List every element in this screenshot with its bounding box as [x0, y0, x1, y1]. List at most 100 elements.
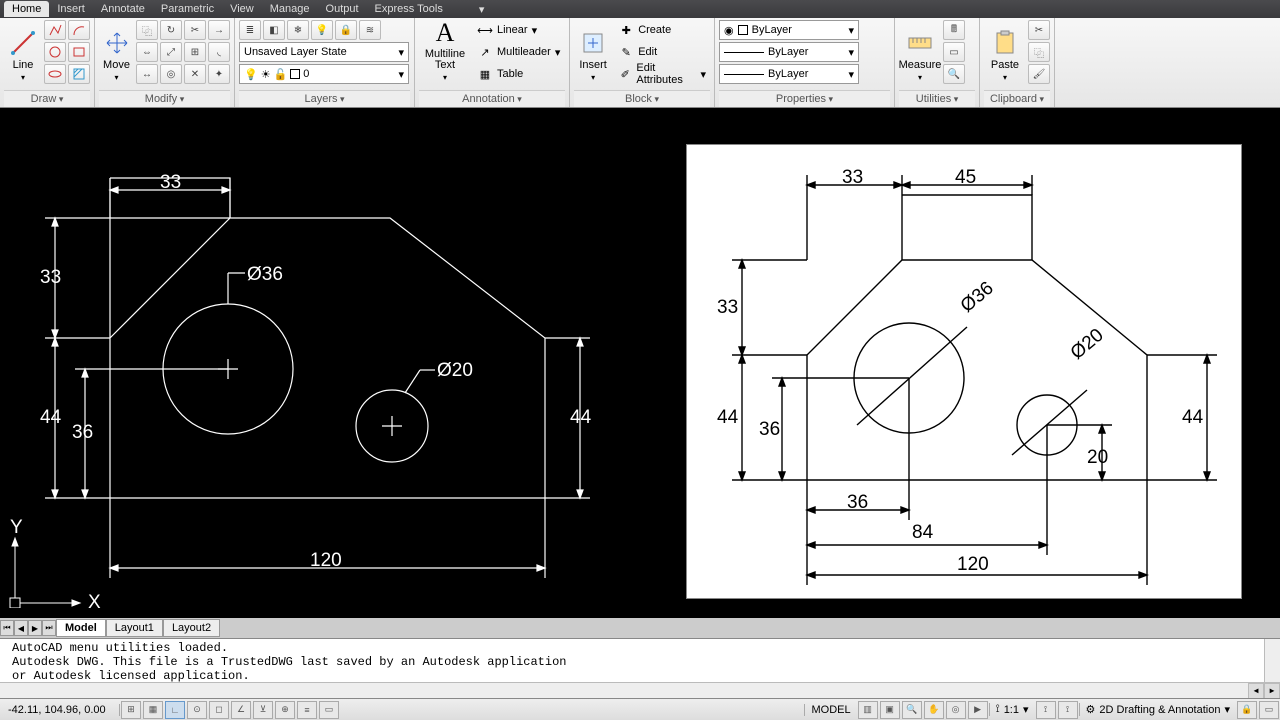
quickcalc-button[interactable]: 🖩	[943, 20, 965, 40]
panel-properties-title[interactable]: Properties	[719, 90, 890, 107]
annotation-scale[interactable]: ⟟ 1:1 ▾	[989, 703, 1035, 716]
panel-utilities-title[interactable]: Utilities	[899, 90, 975, 107]
panel-clipboard-title[interactable]: Clipboard	[984, 90, 1050, 107]
panel-layers-title[interactable]: Layers	[239, 90, 410, 107]
cut-button[interactable]: ✂	[1028, 20, 1050, 40]
move-button[interactable]: Move ▾	[99, 20, 134, 82]
measure-button[interactable]: Measure ▾	[899, 20, 941, 82]
offset-button[interactable]: ◎	[160, 64, 182, 84]
erase-button[interactable]: ✕	[184, 64, 206, 84]
fillet-button[interactable]: ◟	[208, 42, 230, 62]
menu-tab-view[interactable]: View	[222, 1, 262, 17]
tab-last-button[interactable]: ⏭	[42, 620, 56, 636]
circle-button[interactable]	[44, 42, 66, 62]
trim-button[interactable]: ✂	[184, 20, 206, 40]
menu-tab-annotate[interactable]: Annotate	[93, 1, 153, 17]
layer-freeze-button[interactable]: ❄	[287, 20, 309, 40]
extend-button[interactable]: →	[208, 20, 230, 40]
pan-button[interactable]: ✋	[924, 701, 944, 719]
menu-tab-manage[interactable]: Manage	[262, 1, 318, 17]
ducs-toggle[interactable]: ⊻	[253, 701, 273, 719]
showmotion-button[interactable]: ▶	[968, 701, 988, 719]
model-space-button[interactable]: MODEL	[804, 704, 856, 716]
ortho-toggle[interactable]: ∟	[165, 701, 185, 719]
block-create-button[interactable]: ✚Create	[614, 20, 710, 40]
layer-lock-button[interactable]: 🔒	[335, 20, 357, 40]
layer-off-button[interactable]: 💡	[311, 20, 333, 40]
quickselect-button[interactable]: 🔍	[943, 64, 965, 84]
menu-extra-icon[interactable]: ▾	[471, 1, 493, 18]
copyclip-button[interactable]: ⿻	[1028, 42, 1050, 62]
layout2-tab[interactable]: Layout2	[163, 619, 220, 637]
steering-button[interactable]: ◎	[946, 701, 966, 719]
paste-button[interactable]: Paste ▾	[984, 20, 1026, 82]
panel-annotation: A Multiline Text ▾ ⟷Linear ▾ ↗Multileade…	[415, 18, 570, 107]
panel-block-title[interactable]: Block	[574, 90, 710, 107]
polyline-button[interactable]	[44, 20, 66, 40]
workspace-switch[interactable]: ⚙ 2D Drafting & Annotation ▾	[1079, 703, 1236, 716]
color-dropdown[interactable]: ◉ByLayer▾	[719, 20, 859, 40]
explode-button[interactable]: ✦	[208, 64, 230, 84]
matchprop-button[interactable]: 🖌	[1028, 64, 1050, 84]
layer-match-button[interactable]: ≋	[359, 20, 381, 40]
mleader-button[interactable]: ↗Multileader ▾	[473, 42, 564, 62]
arc-button[interactable]	[68, 20, 90, 40]
ann-vis-button[interactable]: ⟟	[1036, 701, 1056, 719]
block-edit-button[interactable]: ✎Edit	[614, 42, 710, 62]
panel-draw-title[interactable]: Draw	[4, 90, 90, 107]
hatch-button[interactable]	[68, 64, 90, 84]
zoom-button[interactable]: 🔍	[902, 701, 922, 719]
dim-linear-button[interactable]: ⟷Linear ▾	[473, 20, 564, 40]
layout-quick-button[interactable]: ▥	[858, 701, 878, 719]
menu-tab-insert[interactable]: Insert	[49, 1, 93, 17]
stretch-button[interactable]: ↔	[136, 64, 158, 84]
cmd-scrollbar-h[interactable]: ◀▶	[0, 682, 1280, 698]
lwt-toggle[interactable]: ≡	[297, 701, 317, 719]
layer-prop-button[interactable]: ≣	[239, 20, 261, 40]
layer-iso-button[interactable]: ◧	[263, 20, 285, 40]
menu-tab-home[interactable]: Home	[4, 1, 49, 17]
selectall-button[interactable]: ▭	[943, 42, 965, 62]
block-editattr-button[interactable]: ✐Edit Attributes ▾	[614, 64, 710, 84]
lineweight-dropdown[interactable]: ByLayer▾	[719, 64, 859, 84]
mtext-button[interactable]: A Multiline Text ▾	[419, 20, 471, 82]
ann-auto-button[interactable]: ⟟	[1058, 701, 1078, 719]
grid-toggle[interactable]: ▦	[143, 701, 163, 719]
panel-modify-title[interactable]: Modify	[99, 90, 230, 107]
snap-toggle[interactable]: ⊞	[121, 701, 141, 719]
ellipse-button[interactable]	[44, 64, 66, 84]
table-button[interactable]: ▦Table	[473, 64, 564, 84]
layer-current-dropdown[interactable]: 💡☀🔓0▾	[239, 64, 409, 84]
linetype-dropdown[interactable]: ByLayer▾	[719, 42, 859, 62]
otrack-toggle[interactable]: ∠	[231, 701, 251, 719]
osnap-toggle[interactable]: ◻	[209, 701, 229, 719]
model-tab[interactable]: Model	[56, 619, 106, 637]
drawing-area[interactable]: 33 33 44 36 44 120 Ø36 Ø20 X Y	[0, 108, 1280, 618]
menu-tab-output[interactable]: Output	[318, 1, 367, 17]
rotate-button[interactable]: ↻	[160, 20, 182, 40]
ws-lock-button[interactable]: 🔒	[1237, 701, 1257, 719]
scale-button[interactable]: ⤢	[160, 42, 182, 62]
cmd-scrollbar-v[interactable]	[1264, 639, 1280, 683]
layout1-tab[interactable]: Layout1	[106, 619, 163, 637]
dyn-toggle[interactable]: ⊕	[275, 701, 295, 719]
menu-tab-express[interactable]: Express Tools	[367, 1, 451, 17]
maximize-button[interactable]: ▣	[880, 701, 900, 719]
polar-toggle[interactable]: ⊙	[187, 701, 207, 719]
tab-first-button[interactable]: ⏮	[0, 620, 14, 636]
insert-button[interactable]: Insert ▾	[574, 20, 612, 82]
clean-screen-button[interactable]: ▭	[1259, 701, 1279, 719]
command-window[interactable]: AutoCAD menu utilities loaded. Autodesk …	[0, 638, 1280, 698]
layer-state-dropdown[interactable]: Unsaved Layer State▾	[239, 42, 409, 62]
array-button[interactable]: ⊞	[184, 42, 206, 62]
rectangle-button[interactable]	[68, 42, 90, 62]
line-button[interactable]: Line ▾	[4, 20, 42, 82]
tab-prev-button[interactable]: ◀	[14, 620, 28, 636]
copy-button[interactable]: ⿻	[136, 20, 158, 40]
menu-tab-parametric[interactable]: Parametric	[153, 1, 222, 17]
qp-toggle[interactable]: ▭	[319, 701, 339, 719]
tab-next-button[interactable]: ▶	[28, 620, 42, 636]
panel-annotation-title[interactable]: Annotation	[419, 90, 565, 107]
left-drawing: 33 33 44 36 44 120 Ø36 Ø20 X Y	[0, 108, 640, 608]
mirror-button[interactable]: ⇔	[136, 42, 158, 62]
